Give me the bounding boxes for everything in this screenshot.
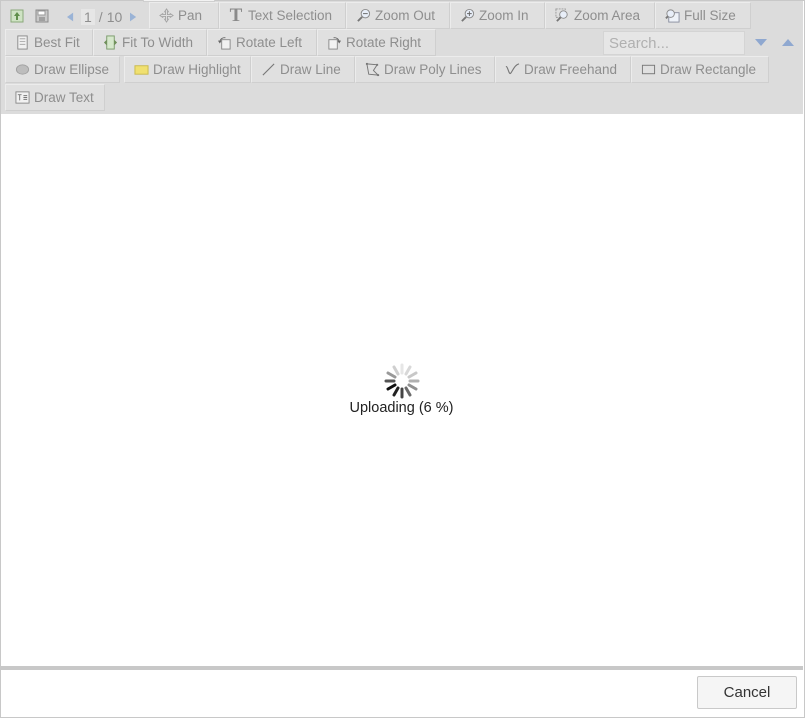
text-selection-label: Text Selection xyxy=(248,8,333,23)
rotate-right-icon xyxy=(326,35,342,51)
draw-rectangle-button[interactable]: Draw Rectangle xyxy=(631,56,769,83)
draw-poly-lines-label: Draw Poly Lines xyxy=(384,62,482,77)
rotate-left-icon xyxy=(216,35,232,51)
text-selection-icon: T xyxy=(229,5,243,26)
draw-text-button[interactable]: Draw Text xyxy=(5,84,105,111)
full-size-icon xyxy=(664,8,680,24)
page-separator: / xyxy=(98,9,103,25)
zoom-area-button[interactable]: Zoom Area xyxy=(545,2,655,29)
next-page-icon[interactable] xyxy=(122,12,144,22)
cancel-button[interactable]: Cancel xyxy=(697,676,797,709)
full-size-button[interactable]: Full Size xyxy=(655,2,751,29)
poly-lines-icon xyxy=(364,62,380,78)
toolbar: 1 / 10 Pan T Text Selection Zoom Out Zoo… xyxy=(1,1,803,114)
draw-line-label: Draw Line xyxy=(280,62,341,77)
zoom-in-button[interactable]: Zoom In xyxy=(450,2,545,29)
tab-indicator xyxy=(143,0,215,2)
draw-freehand-label: Draw Freehand xyxy=(524,62,618,77)
zoom-out-label: Zoom Out xyxy=(375,8,436,23)
pan-button[interactable]: Pan xyxy=(149,2,219,29)
draw-highlight-label: Draw Highlight xyxy=(153,62,241,77)
zoom-area-icon xyxy=(554,8,570,24)
rotate-right-label: Rotate Right xyxy=(346,35,422,50)
rotate-left-label: Rotate Left xyxy=(236,35,303,50)
rotate-left-button[interactable]: Rotate Left xyxy=(207,29,317,56)
zoom-area-label: Zoom Area xyxy=(574,8,641,23)
draw-highlight-button[interactable]: Draw Highlight xyxy=(124,56,251,83)
draw-line-button[interactable]: Draw Line xyxy=(251,56,355,83)
text-selection-button[interactable]: T Text Selection xyxy=(219,2,346,29)
save-icon[interactable] xyxy=(31,5,53,27)
zoom-out-button[interactable]: Zoom Out xyxy=(346,2,450,29)
zoom-in-icon xyxy=(459,8,475,24)
draw-poly-lines-button[interactable]: Draw Poly Lines xyxy=(355,56,495,83)
rotate-right-button[interactable]: Rotate Right xyxy=(317,29,436,56)
draw-ellipse-label: Draw Ellipse xyxy=(34,62,110,77)
highlight-icon xyxy=(133,62,149,78)
ellipse-icon xyxy=(14,62,30,78)
pan-label: Pan xyxy=(178,8,203,23)
pan-icon xyxy=(158,8,174,24)
pager: 1 / 10 xyxy=(61,5,144,29)
draw-text-label: Draw Text xyxy=(34,90,94,105)
search-input[interactable] xyxy=(603,31,745,55)
fit-to-width-label: Fit To Width xyxy=(122,35,194,50)
best-fit-icon xyxy=(14,35,30,51)
best-fit-button[interactable]: Best Fit xyxy=(5,29,93,56)
zoom-out-icon xyxy=(355,8,371,24)
upload-status-text: Uploading (6 %) xyxy=(349,400,454,416)
dialog-footer xyxy=(1,670,803,717)
search-next-icon[interactable] xyxy=(749,31,773,55)
line-icon xyxy=(260,62,276,78)
draw-ellipse-button[interactable]: Draw Ellipse xyxy=(5,56,120,83)
zoom-in-label: Zoom In xyxy=(479,8,529,23)
freehand-icon xyxy=(504,62,520,78)
best-fit-label: Best Fit xyxy=(34,35,80,50)
loading-spinner-icon xyxy=(383,362,421,400)
rectangle-icon xyxy=(640,62,656,78)
full-size-label: Full Size xyxy=(684,8,736,23)
search-previous-icon[interactable] xyxy=(776,31,800,55)
page-total: 10 xyxy=(106,9,123,25)
fit-to-width-icon xyxy=(102,35,118,51)
draw-freehand-button[interactable]: Draw Freehand xyxy=(495,56,631,83)
draw-rectangle-label: Draw Rectangle xyxy=(660,62,757,77)
page-number-field[interactable]: 1 xyxy=(81,9,95,25)
previous-page-icon[interactable] xyxy=(61,12,79,22)
upload-icon[interactable] xyxy=(6,5,28,27)
fit-to-width-button[interactable]: Fit To Width xyxy=(93,29,207,56)
draw-text-icon xyxy=(14,90,30,106)
